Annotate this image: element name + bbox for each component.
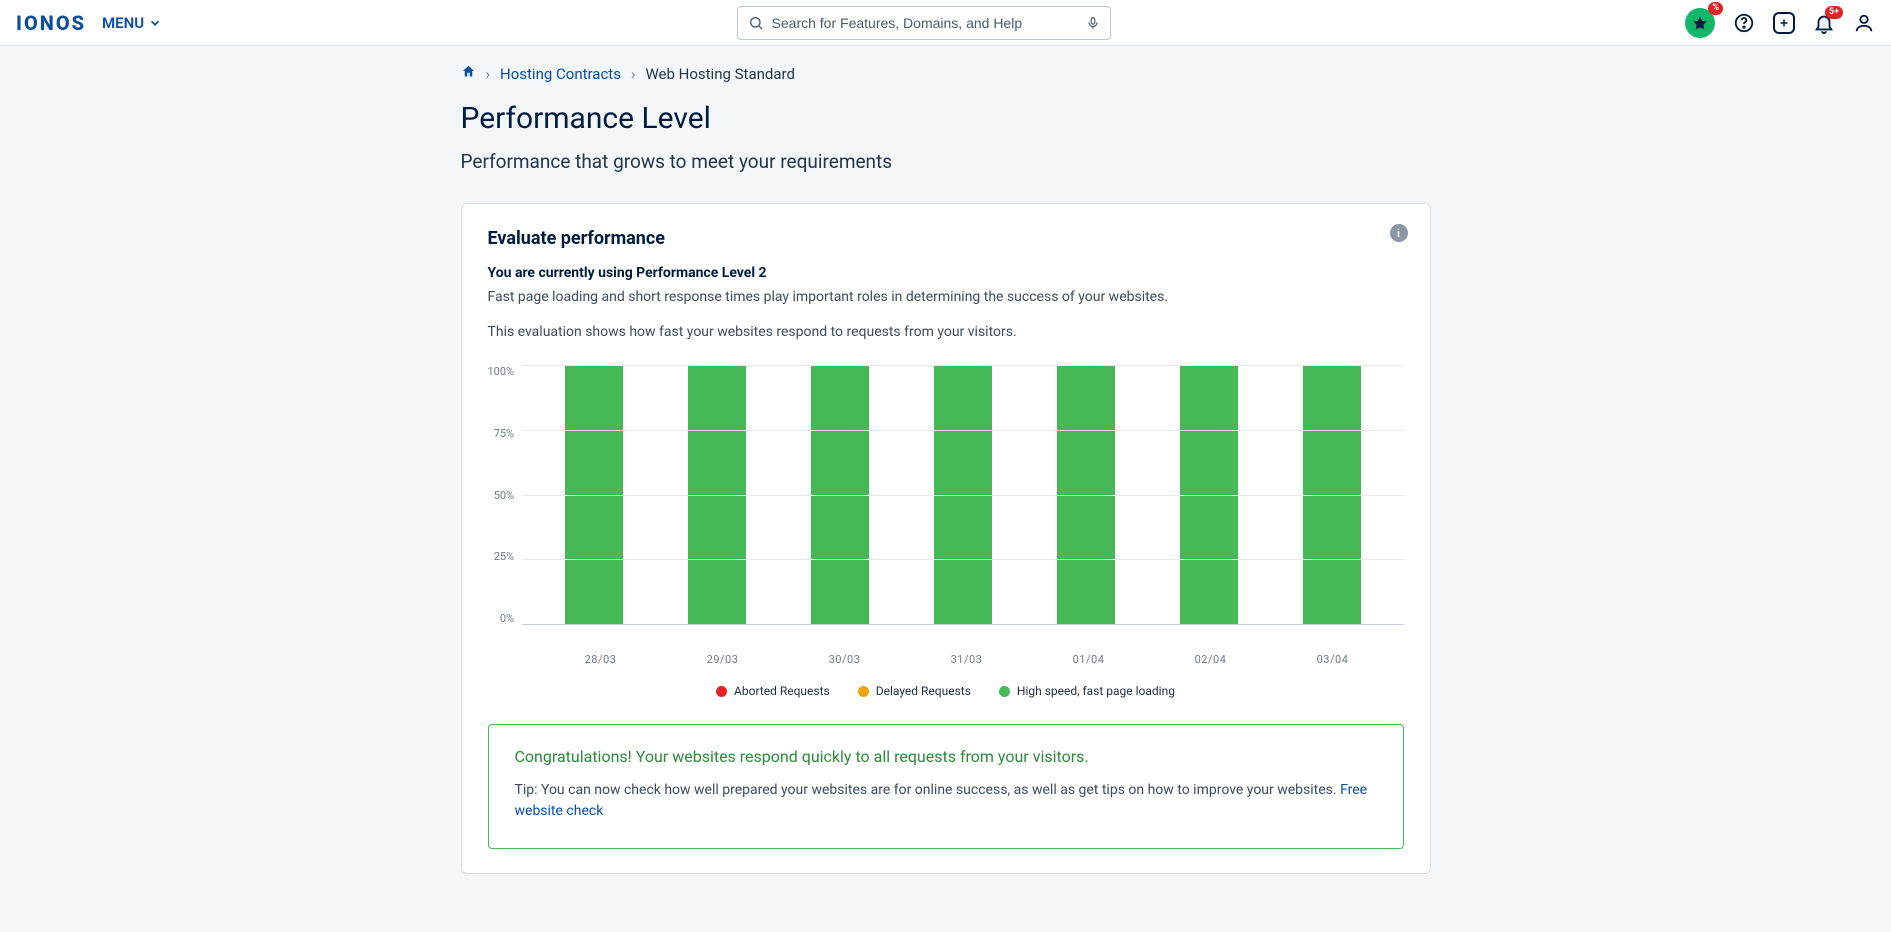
legend-item: Delayed Requests (858, 684, 971, 698)
chevron-right-icon: › (486, 65, 491, 83)
search-icon (748, 15, 764, 31)
legend-dot-icon (858, 686, 869, 697)
account-button[interactable] (1853, 12, 1875, 34)
home-icon (461, 64, 476, 79)
search-wrap (178, 6, 1669, 40)
chart-plot (522, 365, 1403, 625)
card-desc2: This evaluation shows how fast your webs… (488, 322, 1404, 343)
legend-dot-icon (716, 686, 727, 697)
congrats-tip: Tip: You can now check how well prepared… (515, 780, 1377, 822)
level-line: You are currently using Performance Leve… (488, 265, 1404, 281)
page-title: Performance Level (461, 101, 1431, 136)
legend-label: Delayed Requests (876, 684, 971, 698)
legend-label: High speed, fast page loading (1017, 684, 1175, 698)
congrats-box: Congratulations! Your websites respond q… (488, 724, 1404, 849)
chart-legend: Aborted Requests Delayed Requests High spe… (488, 684, 1404, 698)
legend-label: Aborted Requests (734, 684, 830, 698)
page-subtitle: Performance that grows to meet your requ… (461, 150, 1431, 173)
x-tick: 28/03 (540, 653, 662, 666)
mic-icon[interactable] (1086, 16, 1100, 30)
x-tick: 03/04 (1272, 653, 1394, 666)
legend-item: High speed, fast page loading (999, 684, 1175, 698)
plus-square-icon (1773, 12, 1795, 34)
promo-star-button[interactable]: % (1685, 8, 1715, 38)
performance-chart: 100%75%50%25%0% 28/0329/0330/0331/0301/0… (488, 365, 1404, 698)
evaluate-card: i Evaluate performance You are currently… (461, 203, 1431, 874)
breadcrumb-current: Web Hosting Standard (645, 65, 794, 83)
info-button[interactable]: i (1390, 224, 1408, 242)
add-button[interactable] (1773, 12, 1795, 34)
legend-item: Aborted Requests (716, 684, 830, 698)
menu-button[interactable]: MENU (102, 14, 162, 32)
notifications-button[interactable]: 5+ (1813, 12, 1835, 34)
star-icon (1692, 15, 1708, 31)
y-axis-labels: 100%75%50%25%0% (488, 365, 523, 625)
user-icon (1853, 12, 1875, 34)
notifications-badge: 5+ (1825, 6, 1843, 19)
x-axis-labels: 28/0329/0330/0331/0301/0402/0403/04 (530, 645, 1404, 666)
tip-text: Tip: You can now check how well prepared… (515, 782, 1341, 798)
x-tick: 02/04 (1150, 653, 1272, 666)
search-input[interactable] (772, 15, 1078, 31)
page: › Hosting Contracts › Web Hosting Standa… (461, 46, 1431, 914)
help-button[interactable] (1733, 12, 1755, 34)
search-box[interactable] (737, 6, 1111, 40)
x-tick: 30/03 (784, 653, 906, 666)
x-tick: 29/03 (662, 653, 784, 666)
x-tick: 31/03 (906, 653, 1028, 666)
menu-label: MENU (102, 14, 144, 32)
breadcrumb: › Hosting Contracts › Web Hosting Standa… (461, 62, 1431, 93)
card-title: Evaluate performance (488, 228, 1404, 249)
promo-badge: % (1708, 2, 1723, 15)
logo[interactable]: IONOS (16, 11, 86, 35)
card-desc1: Fast page loading and short response tim… (488, 287, 1404, 308)
x-tick: 01/04 (1028, 653, 1150, 666)
chevron-down-icon (148, 16, 162, 30)
breadcrumb-home[interactable] (461, 64, 476, 83)
chevron-right-icon: › (631, 65, 636, 83)
breadcrumb-link-0[interactable]: Hosting Contracts (500, 65, 621, 83)
congrats-title: Congratulations! Your websites respond q… (515, 747, 1377, 766)
header-icons: % 5+ (1685, 8, 1875, 38)
legend-dot-icon (999, 686, 1010, 697)
help-icon (1733, 12, 1755, 34)
topbar: IONOS MENU % 5+ (0, 0, 1891, 46)
